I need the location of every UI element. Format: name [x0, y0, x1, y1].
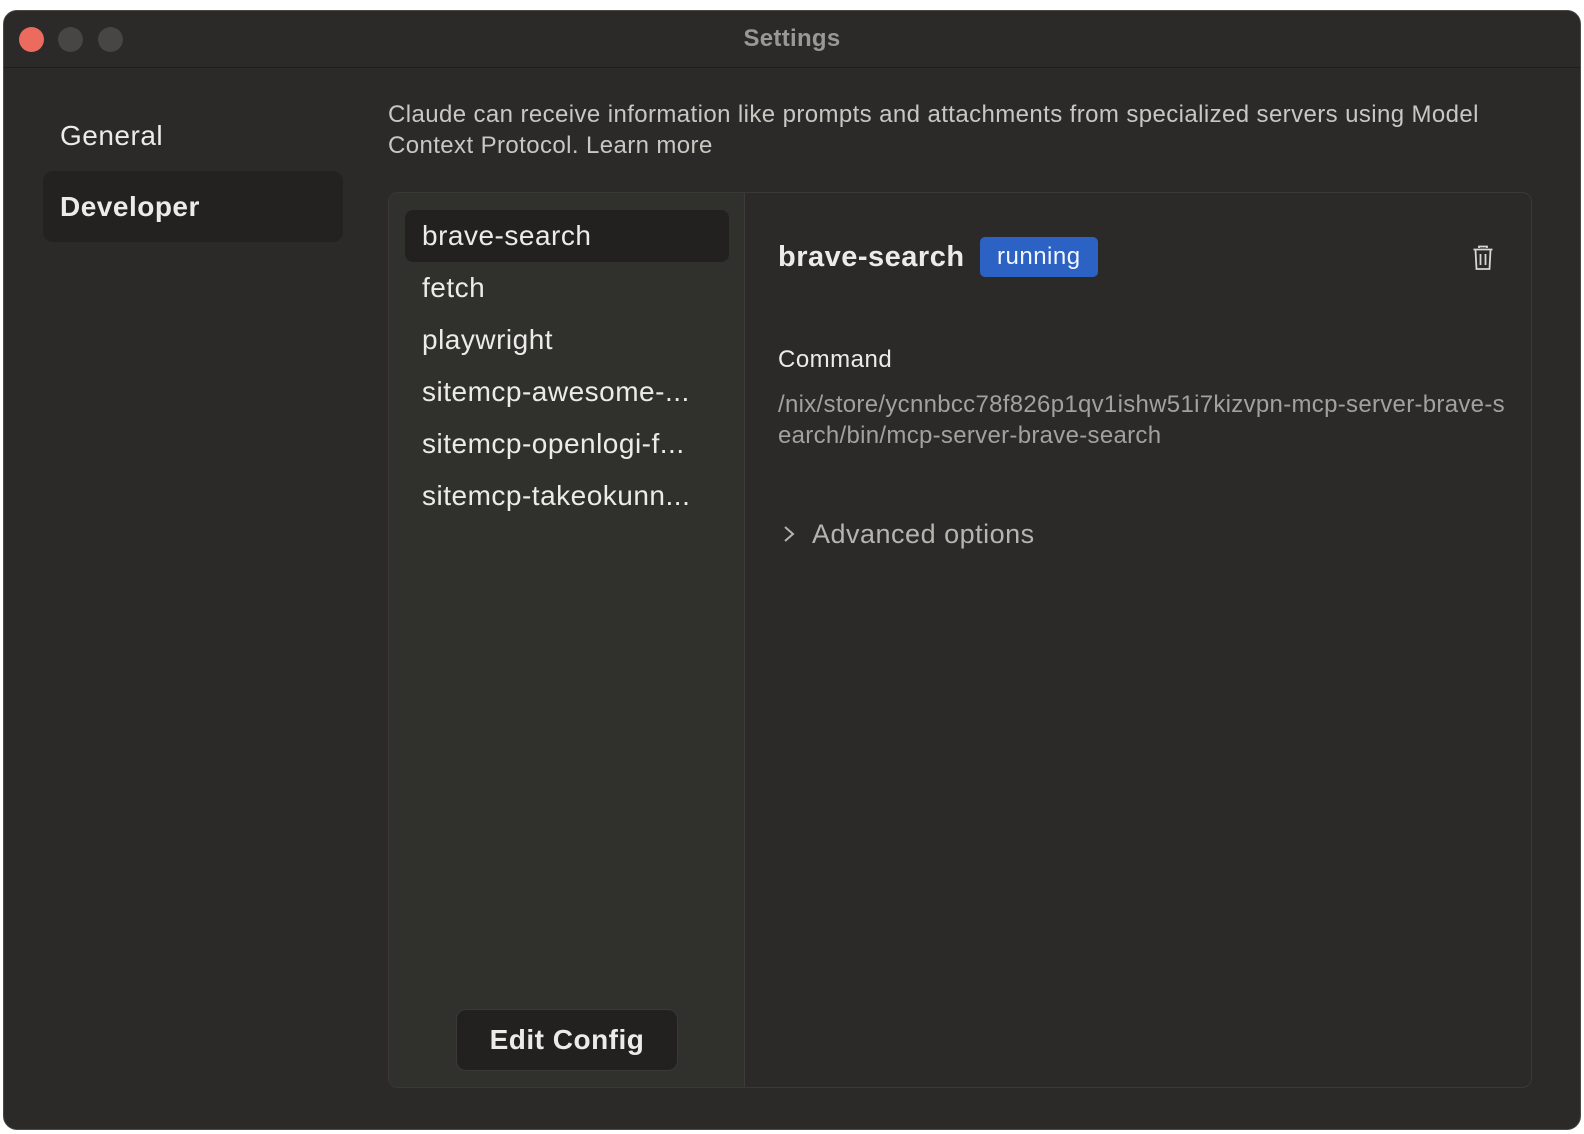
intro-text: Claude can receive information like prom… [388, 99, 1528, 161]
advanced-options-label: Advanced options [812, 519, 1035, 549]
learn-more-link[interactable]: Learn more [586, 132, 713, 159]
sidebar-item-developer[interactable]: Developer [43, 171, 343, 242]
server-item-brave-search[interactable]: brave-search [405, 210, 729, 262]
settings-window: Settings General Developer Claude can re… [3, 10, 1581, 1130]
title-bar: Settings [4, 11, 1580, 68]
server-item-fetch[interactable]: fetch [405, 262, 729, 314]
mcp-servers-panel: brave-search fetch playwright sitemcp-aw… [388, 192, 1532, 1088]
advanced-options-toggle[interactable]: Advanced options [778, 517, 1035, 551]
server-item-sitemcp-takeokunn[interactable]: sitemcp-takeokunn... [405, 470, 729, 522]
server-item-sitemcp-awesome[interactable]: sitemcp-awesome-... [405, 366, 729, 418]
trash-icon[interactable] [1472, 245, 1494, 271]
intro-description: Claude can receive information like prom… [388, 101, 1479, 159]
edit-config-button[interactable]: Edit Config [456, 1009, 678, 1071]
server-list: brave-search fetch playwright sitemcp-aw… [389, 193, 745, 1087]
sidebar-item-general[interactable]: General [43, 100, 343, 171]
server-name: brave-search [778, 241, 965, 273]
status-badge: running [980, 237, 1098, 277]
command-label: Command [778, 346, 893, 373]
server-item-sitemcp-openlogi[interactable]: sitemcp-openlogi-f... [405, 418, 729, 470]
command-value: /nix/store/ycnnbcc78f826p1qv1ishw51i7kiz… [778, 391, 1505, 449]
server-item-playwright[interactable]: playwright [405, 314, 729, 366]
window-title: Settings [743, 25, 841, 52]
server-detail: brave-search running Command /nix/store/… [746, 193, 1531, 1087]
chevron-right-icon [784, 526, 795, 542]
